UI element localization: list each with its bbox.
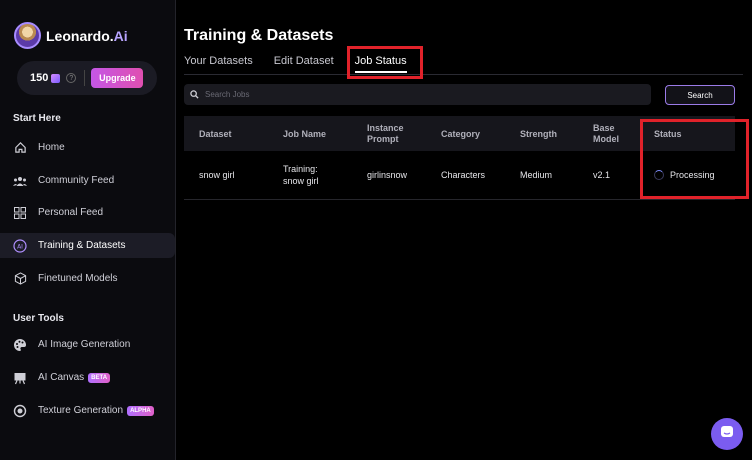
column-header-strength: Strength bbox=[520, 128, 557, 139]
section-start-here: Start Here bbox=[13, 113, 61, 124]
tab-edit-dataset[interactable]: Edit Dataset bbox=[274, 55, 334, 73]
sidebar-item-training-datasets[interactable]: AI Training & Datasets bbox=[0, 233, 175, 258]
chat-icon bbox=[720, 425, 734, 444]
chat-support-button[interactable] bbox=[711, 418, 743, 450]
training-icon: AI bbox=[13, 238, 27, 253]
logo-avatar bbox=[14, 22, 41, 49]
sidebar-item-personal-feed[interactable]: Personal Feed bbox=[0, 200, 175, 225]
sidebar-item-ai-canvas[interactable]: AI Canvas BETA bbox=[0, 365, 175, 390]
cell-category: Characters bbox=[441, 169, 486, 180]
column-header-job-name: Job Name bbox=[283, 128, 327, 139]
section-user-tools: User Tools bbox=[13, 313, 64, 324]
sidebar-item-label: Home bbox=[38, 142, 65, 153]
texture-icon bbox=[13, 404, 27, 418]
home-icon bbox=[13, 141, 27, 155]
brand[interactable]: Leonardo.Ai bbox=[14, 22, 128, 49]
sidebar-item-ai-image-generation[interactable]: AI Image Generation bbox=[0, 332, 175, 357]
search-icon bbox=[190, 86, 199, 104]
sidebar-item-label: AI Canvas bbox=[38, 372, 85, 383]
tab-your-datasets[interactable]: Your Datasets bbox=[184, 55, 253, 73]
sidebar-item-community-feed[interactable]: Community Feed bbox=[0, 168, 175, 193]
sidebar-item-texture-generation[interactable]: Texture Generation ALPHA bbox=[0, 398, 175, 423]
sidebar: Leonardo.Ai 150 ? Upgrade Start Here Hom… bbox=[0, 0, 176, 460]
sidebar-item-label: Texture Generation bbox=[38, 405, 124, 416]
highlight-box-status bbox=[640, 119, 749, 199]
page-title: Training & Datasets bbox=[184, 27, 334, 44]
upgrade-button[interactable]: Upgrade bbox=[91, 68, 144, 88]
beta-badge: BETA bbox=[88, 372, 111, 383]
sidebar-item-home[interactable]: Home bbox=[0, 135, 175, 160]
alpha-badge: ALPHA bbox=[127, 405, 154, 416]
sidebar-item-finetuned-models[interactable]: Finetuned Models bbox=[0, 266, 175, 291]
cell-strength: Medium bbox=[520, 169, 553, 180]
tab-divider bbox=[184, 74, 743, 75]
token-icon bbox=[51, 73, 61, 83]
brand-name: Leonardo.Ai bbox=[46, 27, 128, 44]
cell-instance-prompt: girlinsnow bbox=[367, 169, 408, 180]
column-header-instance-prompt: Instance Prompt bbox=[367, 122, 404, 144]
column-header-dataset: Dataset bbox=[199, 128, 232, 139]
credit-count: 150 bbox=[30, 72, 49, 84]
highlight-box-job-status bbox=[347, 46, 423, 79]
palette-icon bbox=[13, 338, 27, 352]
sidebar-item-label: Finetuned Models bbox=[38, 273, 118, 284]
easel-icon bbox=[13, 371, 27, 385]
search-input[interactable] bbox=[205, 90, 625, 99]
svg-text:AI: AI bbox=[17, 243, 23, 250]
sidebar-item-label: Personal Feed bbox=[38, 207, 104, 218]
divider bbox=[84, 70, 86, 86]
column-header-category: Category bbox=[441, 128, 481, 139]
main-content: Training & Datasets Your Datasets Edit D… bbox=[176, 0, 752, 460]
sidebar-item-label: Training & Datasets bbox=[38, 240, 126, 251]
cube-icon bbox=[13, 272, 27, 286]
cell-job-name: Training: snow girl bbox=[283, 163, 319, 186]
cell-base-model: v2.1 bbox=[593, 169, 611, 180]
sidebar-item-label: AI Image Generation bbox=[38, 339, 131, 350]
cell-dataset: snow girl bbox=[199, 169, 235, 180]
search-button[interactable]: Search bbox=[665, 85, 735, 105]
credits-widget: 150 ? Upgrade bbox=[17, 61, 157, 95]
search-box bbox=[184, 84, 651, 105]
grid-icon bbox=[13, 206, 27, 220]
help-icon[interactable]: ? bbox=[66, 73, 77, 83]
sidebar-item-label: Community Feed bbox=[38, 175, 115, 186]
community-icon bbox=[13, 174, 27, 188]
column-header-base-model: Base Model bbox=[593, 122, 619, 144]
